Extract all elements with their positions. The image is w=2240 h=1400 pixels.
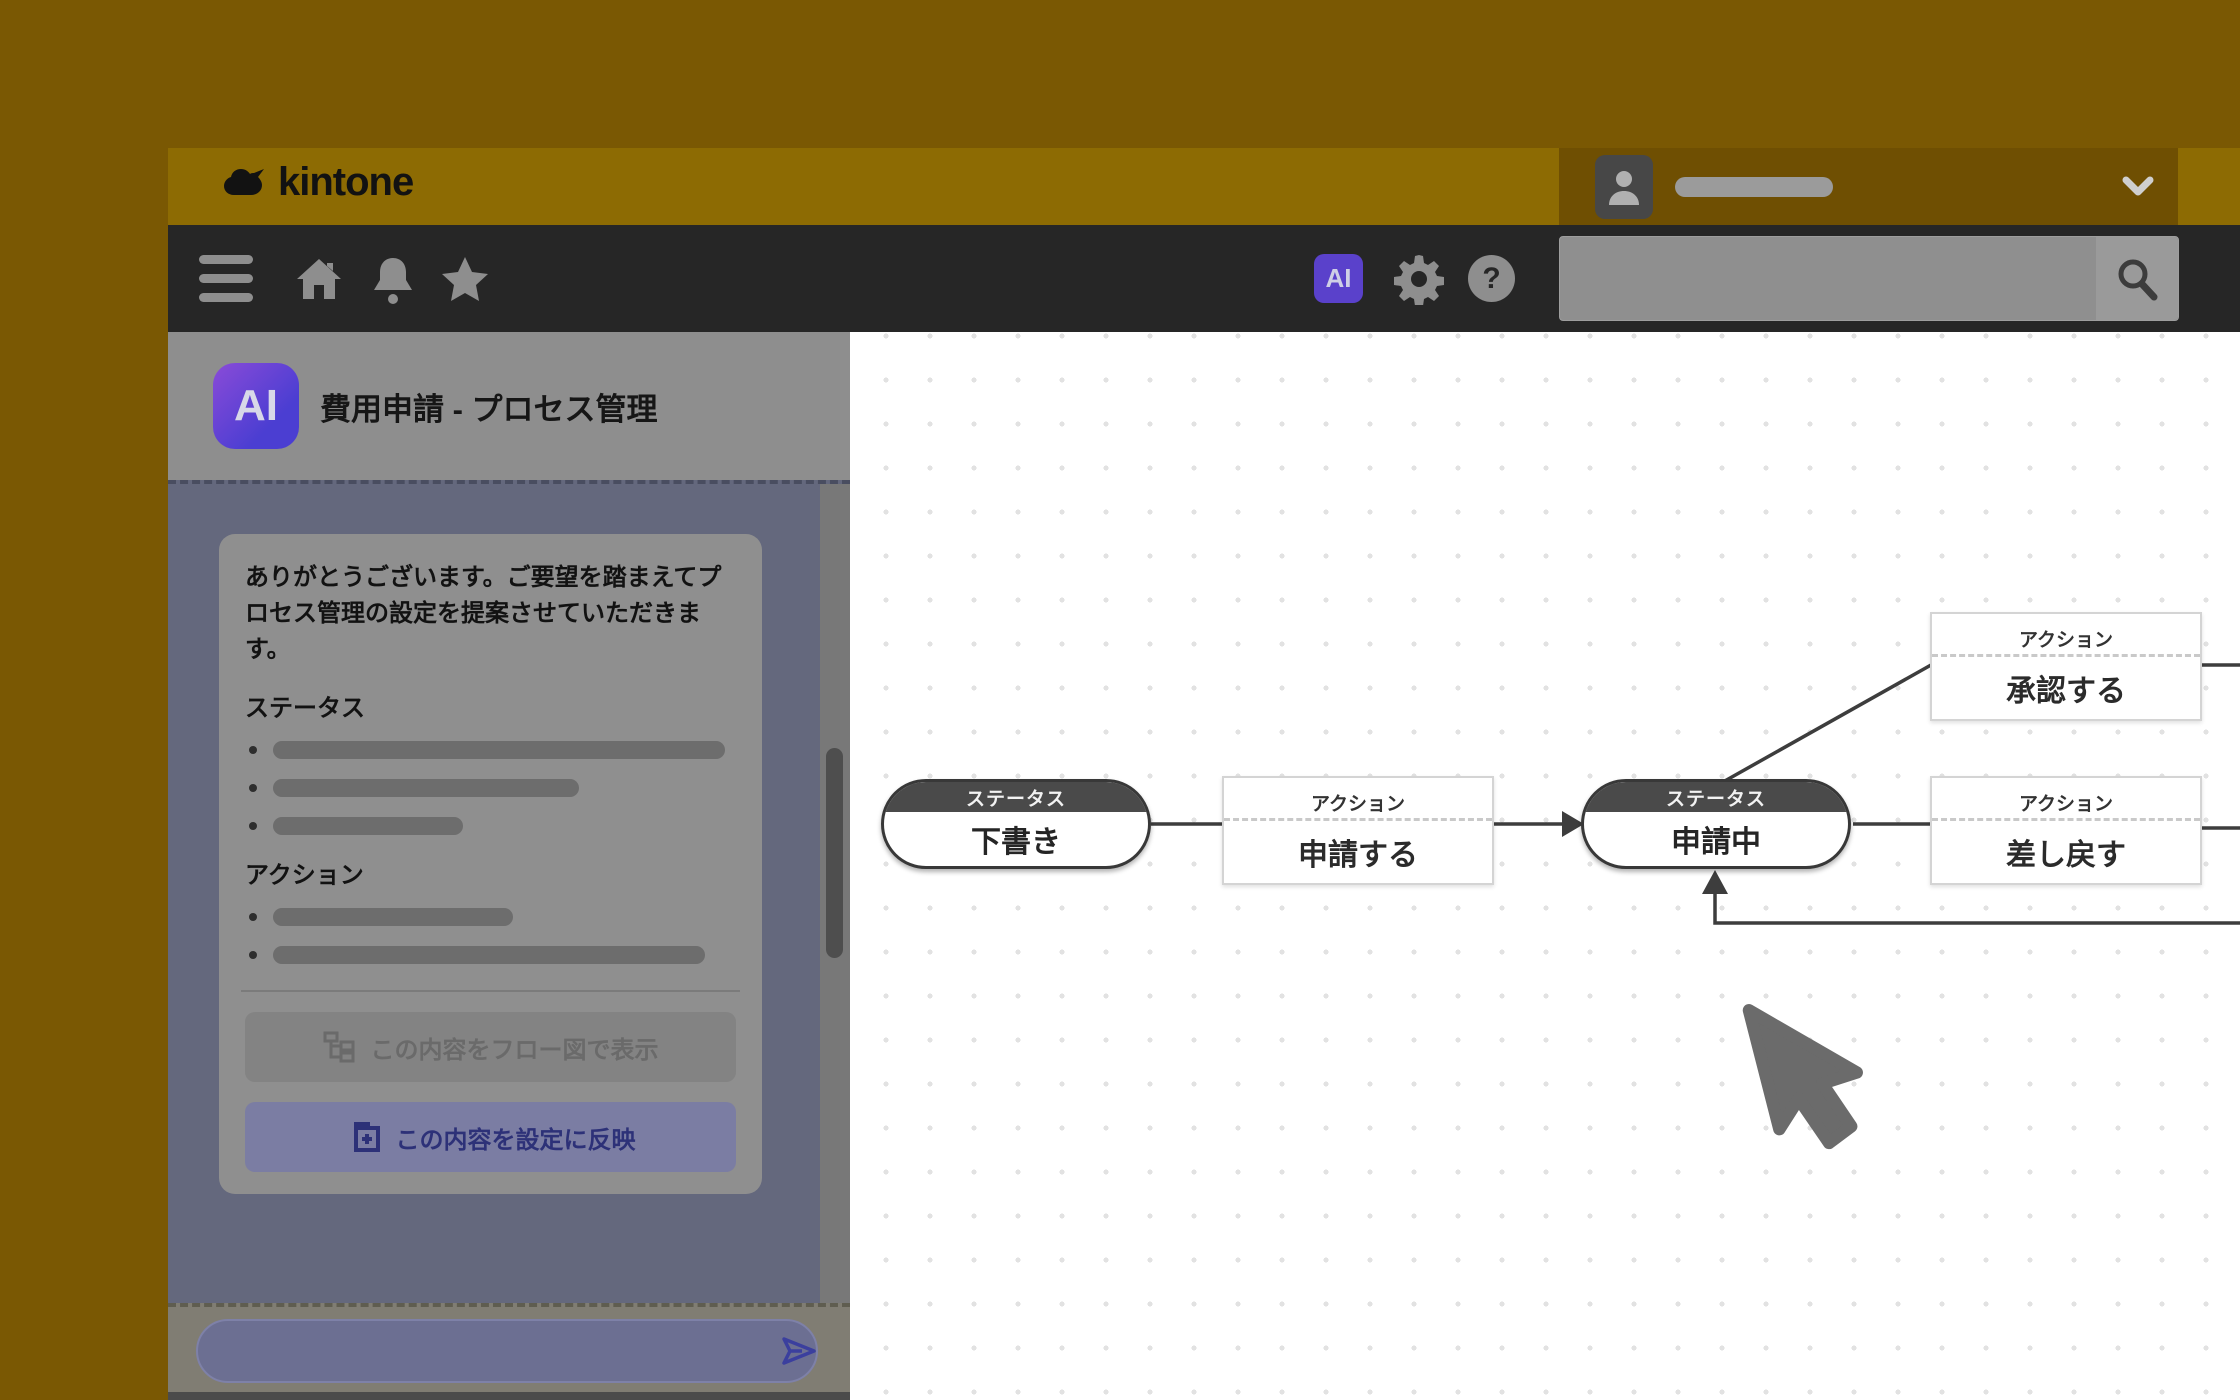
user-avatar-icon <box>1595 155 1653 219</box>
kintone-logo-text: kintone <box>278 160 413 205</box>
kintone-logo[interactable]: kintone <box>220 160 413 205</box>
navbar: AI ? <box>168 225 2240 332</box>
status-heading: ステータス <box>245 688 736 723</box>
status-item-placeholder <box>249 817 736 835</box>
flow-diagram-icon <box>323 1031 357 1063</box>
status-node-band: ステータス <box>884 782 1148 812</box>
action-node-apply[interactable]: アクション 申請する <box>1222 776 1494 885</box>
panel-scrollbar-track[interactable] <box>820 484 850 1307</box>
status-node-label: 下書き <box>884 812 1148 866</box>
status-node-label: 申請中 <box>1584 812 1848 866</box>
settings-gear-icon[interactable] <box>1390 225 1448 332</box>
apply-copy-plus-icon <box>346 1120 382 1154</box>
action-node-label: 差し戻す <box>1932 821 2200 883</box>
panel-scrollbar-thumb[interactable] <box>826 748 843 958</box>
action-node-reject[interactable]: アクション 差し戻す <box>1930 776 2202 885</box>
process-flow-canvas[interactable]: ステータス 下書き アクション 申請する ステータス 申請中 アクション 承認す… <box>850 332 2240 1400</box>
action-node-label: 申請する <box>1224 821 1492 883</box>
menu-icon[interactable] <box>198 225 254 332</box>
apply-button-label: この内容を設定に反映 <box>396 1120 636 1155</box>
status-node-band: ステータス <box>1584 782 1848 812</box>
ai-message-card: ありがとうございます。ご要望を踏まえてプロセス管理の設定を提案させていただきます… <box>219 534 762 1194</box>
search-icon <box>2114 256 2160 302</box>
chat-input-bar <box>168 1303 850 1392</box>
action-item-placeholder <box>249 908 736 926</box>
action-item-placeholder <box>249 946 736 964</box>
home-icon[interactable] <box>284 225 354 332</box>
notifications-icon[interactable] <box>360 225 426 332</box>
help-icon[interactable]: ? <box>1468 255 1515 302</box>
ai-message-text: ありがとうございます。ご要望を踏まえてプロセス管理の設定を提案させていただきます… <box>245 560 736 668</box>
action-node-band: アクション <box>1932 614 2200 657</box>
search-input[interactable] <box>1560 237 2090 320</box>
panel-bottom-edge <box>168 1392 850 1400</box>
apply-settings-button[interactable]: この内容を設定に反映 <box>245 1102 736 1172</box>
chat-input[interactable] <box>196 1319 818 1383</box>
action-node-approve[interactable]: アクション 承認する <box>1930 612 2202 721</box>
search-field <box>1559 236 2179 321</box>
mouse-cursor-icon <box>1737 1002 1877 1159</box>
ai-panel-title: 費用申請 - プロセス管理 <box>320 332 658 480</box>
action-node-band: アクション <box>1224 778 1492 821</box>
app-header: kintone <box>168 148 2240 225</box>
ai-panel-header: AI 費用申請 - プロセス管理 <box>168 332 850 480</box>
action-node-band: アクション <box>1932 778 2200 821</box>
status-node-draft[interactable]: ステータス 下書き <box>881 779 1151 869</box>
status-node-pending[interactable]: ステータス 申請中 <box>1581 779 1851 869</box>
ai-panel: AI 費用申請 - プロセス管理 ありがとうございます。ご要望を踏まえてプロセス… <box>168 332 850 1400</box>
action-heading: アクション <box>245 855 736 890</box>
favorites-star-icon[interactable] <box>430 225 500 332</box>
send-icon[interactable] <box>780 1333 818 1374</box>
ai-chat-area: ありがとうございます。ご要望を踏まえてプロセス管理の設定を提案させていただきます… <box>168 480 850 1303</box>
screen: kintone AI ? <box>0 0 2240 1400</box>
show-flow-button-label: この内容をフロー図で表示 <box>371 1030 659 1065</box>
action-node-label: 承認する <box>1932 657 2200 719</box>
ai-app-icon: AI <box>213 363 299 449</box>
status-item-placeholder <box>249 779 736 797</box>
kintone-cloud-icon <box>220 163 272 203</box>
user-menu[interactable] <box>1559 148 2178 225</box>
ai-assistant-icon[interactable]: AI <box>1314 254 1363 303</box>
status-item-placeholder <box>249 741 736 759</box>
card-divider <box>241 990 740 992</box>
search-button[interactable] <box>2096 237 2178 320</box>
user-name-placeholder <box>1675 177 1833 197</box>
show-flow-diagram-button[interactable]: この内容をフロー図で表示 <box>245 1012 736 1082</box>
chevron-down-icon[interactable] <box>2121 172 2155 205</box>
